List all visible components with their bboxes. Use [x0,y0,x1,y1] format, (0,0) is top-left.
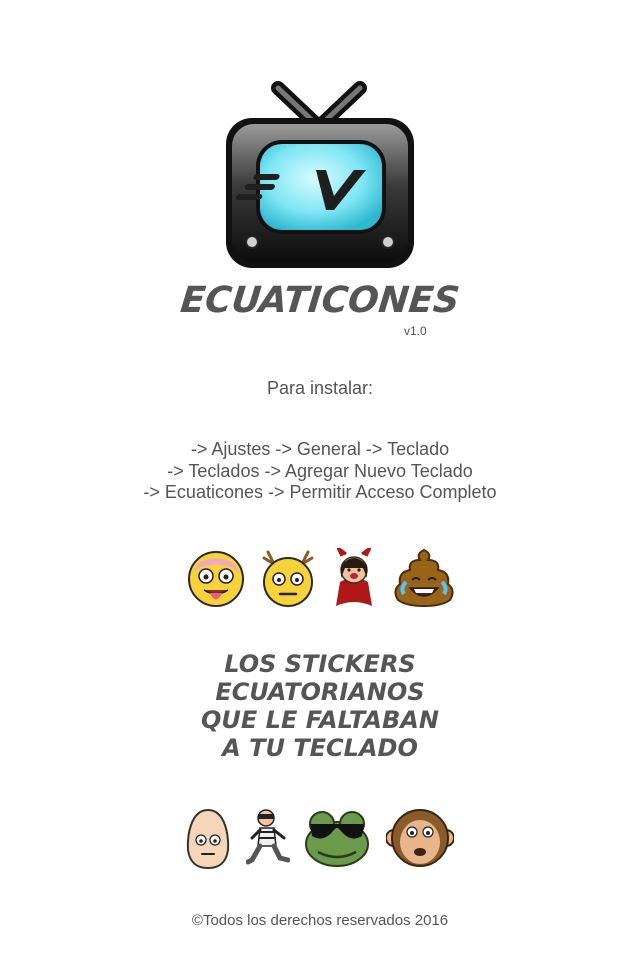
tagline-line-1: LOS STICKERS [224,650,416,678]
tagline-line-3: QUE LE FALTABAN [201,706,439,734]
install-step-1: -> Ajustes -> General -> Teclado [190,439,450,459]
copyright-text: ©Todos los derechos reservados 2016 [191,912,449,929]
tv-logo-icon [226,81,414,268]
tagline-line-2: ECUATORIANOS [215,678,425,706]
install-heading: Para instalar: [266,378,374,398]
install-step-3: -> Ecuaticones -> Permitir Acceso Comple… [143,482,497,502]
monkey-face-icon [386,809,454,867]
tagline: LOS STICKERS ECUATORIANOS QUE LE FALTABA… [0,650,640,762]
cool-frog-icon [305,811,369,867]
app-title: ECUATICONES [178,280,462,321]
install-step-2: -> Teclados -> Agregar Nuevo Teclado [167,461,473,481]
devil-girl-icon [336,548,372,606]
tagline-line-4: A TU TECLADO [222,734,418,762]
app-version: v1.0 [404,324,427,338]
egg-face-icon [186,808,230,870]
sticker-row-2 [0,808,640,870]
antlers-face-icon [262,550,314,607]
sticker-row-1 [0,548,640,610]
laughing-poop-icon [394,548,454,608]
tongue-face-icon [188,551,244,607]
thief-running-icon [246,809,290,865]
